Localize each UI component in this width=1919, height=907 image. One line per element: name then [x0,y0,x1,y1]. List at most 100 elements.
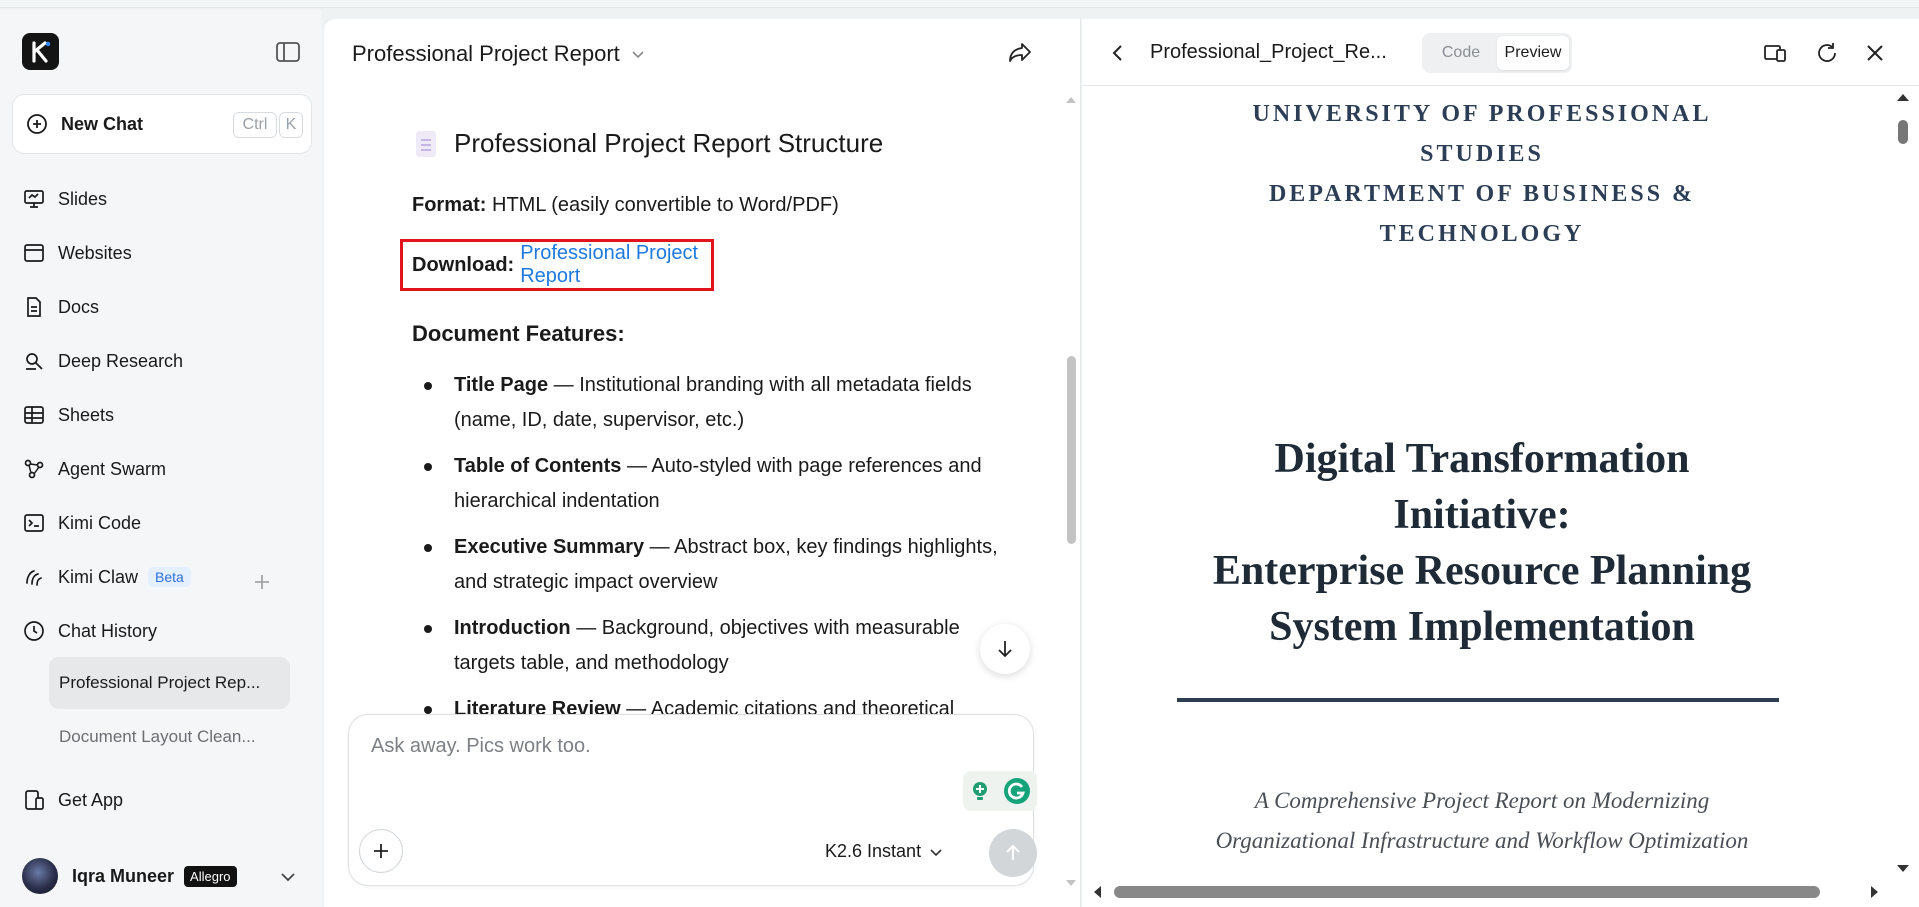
feature-text: — Academic citations and theoretical [620,698,955,714]
view-toggle: Code Preview [1422,33,1572,73]
download-link[interactable]: Professional Project Report [520,242,711,288]
format-value: HTML (easily convertible to Word/PDF) [492,194,839,216]
scroll-up-icon[interactable] [1064,94,1078,106]
sidebar-item-websites[interactable]: Websites [22,238,132,268]
responsive-view-icon[interactable] [1762,40,1788,66]
feature-title: Introduction [454,617,571,639]
chevron-down-icon[interactable] [278,867,298,887]
shortcut-ctrl: Ctrl [233,112,277,138]
heading-text: Professional Project Report Structure [454,128,884,158]
subtitle-line: A Comprehensive Project Report on Modern… [1254,788,1710,813]
list-item: Introduction — Background, objectives wi… [424,611,1019,681]
back-icon[interactable] [1106,41,1130,65]
sidebar-item-slides[interactable]: Slides [22,184,107,214]
avatar [22,858,58,894]
scrollbar-thumb[interactable] [1898,120,1908,144]
list-item: Table of Contents — Auto-styled with pag… [424,449,1019,519]
scrollbar-thumb[interactable] [1114,886,1820,898]
history-item-label: Document Layout Clean... [59,727,256,746]
chat-panel: Professional Project Report Professional… [324,19,1081,907]
department-line: DEPARTMENT OF BUSINESS & [1268,181,1696,207]
preview-panel: Professional_Project_Re... Code Preview … [1082,19,1919,907]
message-composer[interactable]: Ask away. Pics work too. K2.6 Instant [348,714,1037,886]
sidebar-item-get-app[interactable]: Get App [22,785,123,815]
preview-horizontal-scrollbar[interactable] [1082,881,1890,901]
title-line: Enterprise Resource Planning [1212,548,1752,594]
list-item: Executive Summary — Abstract box, key fi… [424,530,1019,600]
attach-button[interactable] [359,829,403,873]
message-heading: Professional Project Report Structure [416,128,883,159]
sidebar-item-label: Kimi Code [58,512,142,533]
composer-input[interactable]: Ask away. Pics work too. [371,735,591,758]
add-claw-icon[interactable] [252,572,272,592]
sidebar-item-label: Docs [58,296,100,317]
scroll-down-icon[interactable] [1892,862,1914,876]
title-line: Digital Transformation [1274,436,1690,482]
sidebar-item-label: Agent Swarm [58,458,167,479]
feature-title: Literature Review [454,698,621,714]
feature-title: Table of Contents [454,455,622,477]
browser-icon [24,244,44,262]
grammarly-widget[interactable] [963,771,1037,811]
feature-title: Title Page [454,374,549,396]
refresh-icon[interactable] [1814,40,1840,66]
history-item-document-layout[interactable]: Document Layout Clean... [49,711,290,763]
swarm-icon [24,459,44,479]
plus-icon [374,844,388,858]
sidebar-item-docs[interactable]: Docs [22,292,99,322]
preview-vertical-scrollbar[interactable] [1892,86,1914,879]
kimi-logo[interactable] [22,33,59,70]
history-item-professional-project-report[interactable]: Professional Project Rep... [49,657,290,709]
sidebar-item-kimi-claw[interactable]: Kimi Claw Beta [22,562,191,592]
model-selector[interactable]: K2.6 Instant [825,841,943,862]
research-icon [26,353,43,370]
scroll-to-bottom-button[interactable] [980,624,1030,674]
subtitle-line: Organizational Infrastructure and Workfl… [1215,828,1749,853]
feature-title: Executive Summary [454,536,645,558]
new-chat-label: New Chat [61,113,144,134]
preview-file-title: Professional_Project_Re... [1150,41,1387,63]
institution-header: UNIVERSITY OF PROFESSIONAL STUDIES DEPAR… [1242,94,1722,254]
scrollbar-thumb[interactable] [1067,356,1076,544]
kimi-logo-icon [31,40,50,63]
document-icon [27,297,41,317]
bulb-icon [973,782,987,800]
sidebar-item-label: Kimi Claw [58,566,139,587]
file-icon [416,130,436,157]
chevron-down-icon [930,848,942,856]
title-line: Initiative: [1393,492,1571,538]
sidebar-item-sheets[interactable]: Sheets [22,400,114,430]
sidebar-item-agent-swarm[interactable]: Agent Swarm [22,454,166,484]
download-highlight: Download: Professional Project Report [400,239,714,291]
sidebar-item-label: Sheets [58,404,115,425]
tab-code[interactable]: Code [1425,36,1497,70]
scroll-down-icon[interactable] [1064,877,1078,889]
sidebar-item-kimi-code[interactable]: Kimi Code [22,508,141,538]
chat-title-dropdown[interactable]: Professional Project Report [352,41,646,67]
plan-badge: Allegro [184,865,237,887]
user-profile[interactable]: Iqra Muneer Allegro [22,858,237,894]
format-label: Format: [412,194,487,216]
download-label: Download: [412,253,515,276]
history-item-label: Professional Project Rep... [59,673,261,692]
sidebar-item-deep-research[interactable]: Deep Research [22,346,183,376]
close-icon[interactable] [1862,40,1888,66]
new-chat-button[interactable]: New Chat Ctrl K [12,94,312,154]
sidebar-item-label: Websites [58,242,132,263]
sidebar-item-chat-history[interactable]: Chat History [22,616,157,646]
scroll-up-icon[interactable] [1892,90,1914,104]
list-item: Title Page — Institutional branding with… [424,368,1019,438]
scroll-left-icon[interactable] [1090,882,1104,902]
document-subtitle: A Comprehensive Project Report on Modern… [1172,781,1792,861]
send-button[interactable] [989,829,1037,877]
chat-title: Professional Project Report [352,41,620,66]
tab-preview[interactable]: Preview [1497,36,1569,70]
sidebar-item-label: Slides [58,188,108,209]
terminal-icon [24,514,44,532]
chat-scrollbar[interactable] [1064,94,1078,889]
institution-line: UNIVERSITY OF PROFESSIONAL [1252,101,1712,127]
sidebar-toggle-icon[interactable] [275,40,301,64]
scroll-right-icon[interactable] [1868,882,1882,902]
share-icon[interactable] [1006,39,1034,67]
model-label: K2.6 Instant [825,841,922,861]
